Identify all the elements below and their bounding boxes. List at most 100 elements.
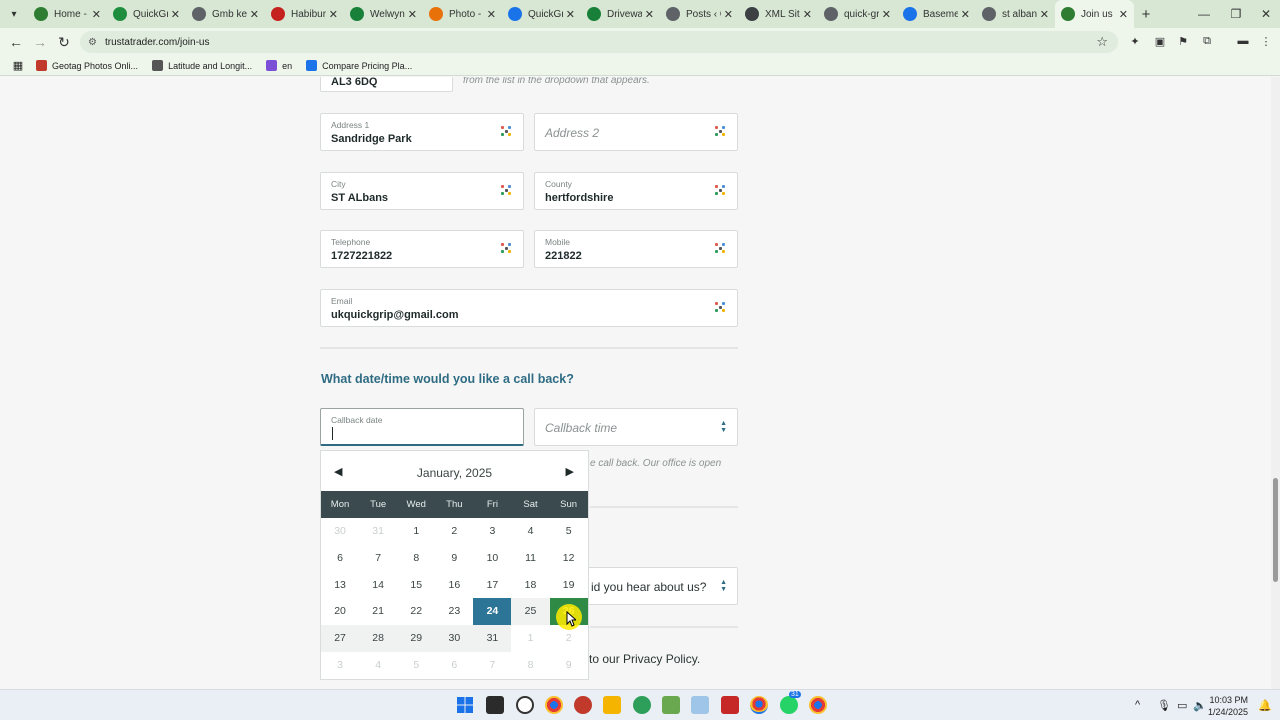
tab-close-icon[interactable]: ✕: [566, 8, 575, 21]
reload-icon[interactable]: ↻: [52, 30, 76, 54]
browser-tab[interactable]: st albans✕: [976, 0, 1055, 28]
address1-field[interactable]: Address 1 Sandridge Park: [320, 113, 524, 151]
tab-close-icon[interactable]: ✕: [250, 8, 259, 21]
autofill-icon[interactable]: [501, 126, 511, 136]
calendar-day[interactable]: 7: [359, 545, 397, 572]
calendar-day[interactable]: 9: [435, 545, 473, 572]
profile-icon[interactable]: ▬: [1233, 31, 1253, 51]
calendar-day[interactable]: 22: [397, 598, 435, 625]
microphone-icon[interactable]: 🎙: [1157, 699, 1171, 712]
calendar-day[interactable]: 14: [359, 572, 397, 599]
browser-tab[interactable]: Photo - ✕: [423, 0, 502, 28]
tab-close-icon[interactable]: ✕: [961, 8, 970, 21]
taskbar-app-icon[interactable]: [662, 696, 680, 714]
network-icon[interactable]: ▭: [1177, 699, 1187, 712]
clock-app-icon[interactable]: [516, 696, 534, 714]
autofill-icon[interactable]: [501, 185, 511, 195]
calendar-day[interactable]: 25: [511, 598, 550, 626]
calendar-day[interactable]: 27: [321, 625, 360, 652]
calendar-day[interactable]: 29: [397, 625, 436, 652]
tab-close-icon[interactable]: ✕: [1119, 8, 1128, 21]
calendar-day[interactable]: 17: [473, 572, 511, 599]
system-clock[interactable]: 10:03 PM 1/24/2025: [1208, 694, 1248, 718]
file-explorer-icon[interactable]: [603, 696, 621, 714]
calendar-day[interactable]: 19: [550, 572, 588, 599]
browser-tab[interactable]: Home - ✕: [28, 0, 107, 28]
forward-icon[interactable]: →: [28, 30, 52, 54]
tab-close-icon[interactable]: ✕: [1040, 8, 1049, 21]
taskbar-app-icon[interactable]: [486, 696, 504, 714]
menu-dots-icon[interactable]: ⋮: [1256, 31, 1276, 51]
autofill-icon[interactable]: [715, 302, 725, 312]
calendar-day[interactable]: 11: [511, 545, 549, 572]
tab-close-icon[interactable]: ✕: [724, 8, 733, 21]
tab-close-icon[interactable]: ✕: [487, 8, 496, 21]
chrome-profile-icon[interactable]: [809, 696, 827, 714]
taskbar-app-icon[interactable]: [574, 696, 592, 714]
bookmark-item[interactable]: Latitude and Longit...: [152, 60, 252, 71]
extension-icon[interactable]: ✦: [1125, 31, 1145, 51]
browser-tab[interactable]: Driveway✕: [581, 0, 660, 28]
maximize-icon[interactable]: ❐: [1220, 0, 1252, 28]
minimize-icon[interactable]: —: [1188, 0, 1220, 28]
scrollbar-thumb[interactable]: [1273, 478, 1278, 582]
new-tab-button[interactable]: +: [1134, 6, 1158, 23]
address-bar[interactable]: ⚙ trustatrader.com/join-us ☆: [80, 31, 1118, 53]
tab-close-icon[interactable]: ✕: [329, 8, 338, 21]
extension-rocket-icon[interactable]: ⚑: [1173, 31, 1193, 51]
browser-tab[interactable]: QuickGri✕: [502, 0, 581, 28]
whatsapp-icon[interactable]: 31: [780, 691, 801, 714]
autofill-icon[interactable]: [715, 126, 725, 136]
chrome-active-icon[interactable]: [750, 696, 768, 714]
calendar-day[interactable]: 12: [550, 545, 588, 572]
tray-overflow-icon[interactable]: ^: [1135, 699, 1140, 711]
mobile-field[interactable]: Mobile 221822: [534, 230, 738, 268]
bookmark-star-icon[interactable]: ☆: [1096, 34, 1108, 50]
calendar-day[interactable]: 15: [397, 572, 435, 599]
taskbar-app-icon[interactable]: [691, 696, 709, 714]
start-windows-icon[interactable]: [456, 696, 474, 714]
tab-close-icon[interactable]: ✕: [171, 8, 180, 21]
browser-tab[interactable]: Join us - ✕: [1055, 0, 1134, 28]
page-scrollbar[interactable]: [1271, 77, 1280, 689]
tab-close-icon[interactable]: ✕: [882, 8, 891, 21]
calendar-day[interactable]: 31: [473, 625, 512, 652]
callback-time-select[interactable]: Callback time ▲ ▼: [534, 408, 738, 446]
calendar-day[interactable]: 24: [473, 598, 512, 626]
calendar-day[interactable]: 5: [550, 518, 588, 545]
calendar-day[interactable]: 21: [359, 598, 397, 625]
apps-grid-icon[interactable]: ▦: [0, 59, 36, 72]
notification-bell-icon[interactable]: 🔔: [1258, 699, 1272, 712]
autofill-icon[interactable]: [715, 243, 725, 253]
tab-search-chevron-icon[interactable]: ▾: [0, 0, 28, 28]
chrome-icon[interactable]: [545, 696, 563, 714]
postcode-field[interactable]: AL3 6DQ: [320, 77, 453, 92]
telephone-field[interactable]: Telephone 1727221822: [320, 230, 524, 268]
calendar-day[interactable]: 4: [511, 518, 549, 545]
extension-badge-icon[interactable]: ▣: [1150, 31, 1170, 51]
calendar-day[interactable]: 2: [435, 518, 473, 545]
taskbar-app-icon[interactable]: [721, 696, 739, 714]
close-window-icon[interactable]: ✕: [1250, 0, 1280, 28]
autofill-icon[interactable]: [501, 243, 511, 253]
tab-close-icon[interactable]: ✕: [92, 8, 101, 21]
bookmark-item[interactable]: Compare Pricing Pla...: [306, 60, 412, 71]
browser-tab[interactable]: Basemen✕: [897, 0, 976, 28]
address2-field[interactable]: Address 2: [534, 113, 738, 151]
calendar-day[interactable]: 13: [321, 572, 359, 599]
next-month-icon[interactable]: ▶: [566, 465, 574, 478]
tab-close-icon[interactable]: ✕: [645, 8, 654, 21]
tab-close-icon[interactable]: ✕: [408, 8, 417, 21]
bookmark-item[interactable]: Geotag Photos Onli...: [36, 60, 138, 71]
calendar-day[interactable]: 8: [397, 545, 435, 572]
calendar-day[interactable]: 23: [435, 598, 473, 625]
calendar-day[interactable]: 20: [321, 598, 359, 625]
browser-tab[interactable]: Gmb key✕: [186, 0, 265, 28]
browser-tab[interactable]: Posts ‹ Q✕: [660, 0, 739, 28]
browser-tab[interactable]: XML Site✕: [739, 0, 818, 28]
calendar-day[interactable]: 16: [435, 572, 473, 599]
calendar-day[interactable]: 30: [435, 625, 474, 652]
taskbar-app-icon[interactable]: [633, 696, 651, 714]
callback-date-field[interactable]: Callback date: [320, 408, 524, 446]
calendar-day[interactable]: 28: [359, 625, 398, 652]
